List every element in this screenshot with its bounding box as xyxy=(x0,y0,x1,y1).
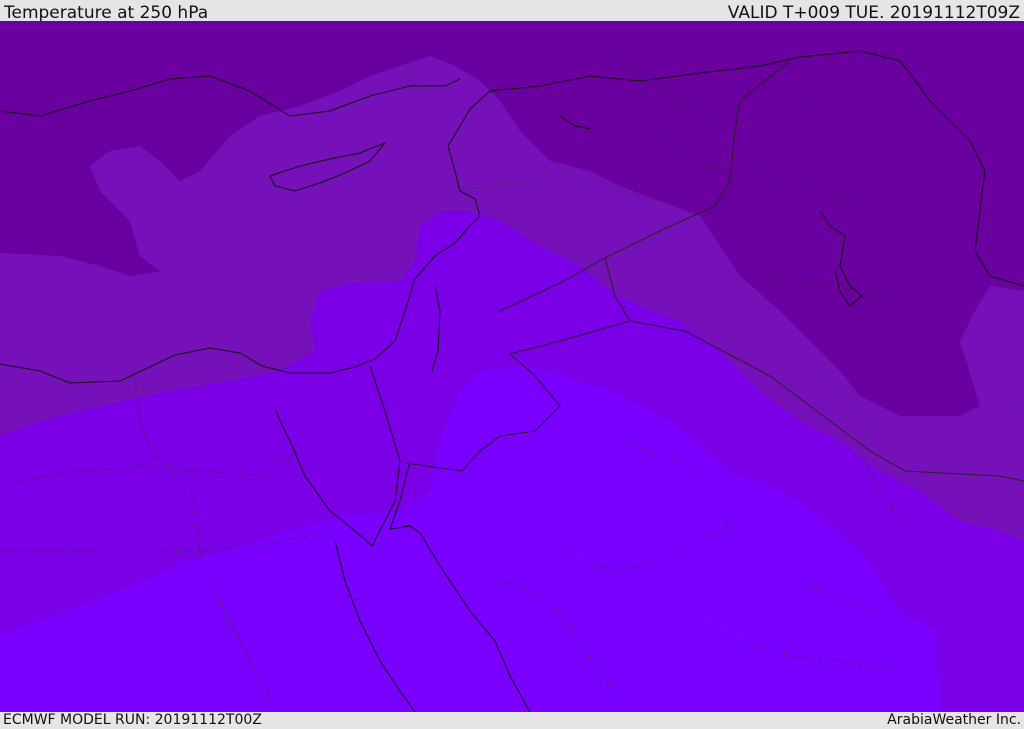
credit-label: ArabiaWeather Inc. xyxy=(887,712,1021,728)
footer-bar: ECMWF MODEL RUN: 20191112T00Z ArabiaWeat… xyxy=(0,712,1024,729)
valid-time: VALID T+009 TUE. 20191112T09Z xyxy=(727,3,1020,23)
header-bar: Temperature at 250 hPa VALID T+009 TUE. … xyxy=(0,0,1024,23)
model-run-label: ECMWF MODEL RUN: 20191112T00Z xyxy=(3,712,262,728)
weather-map[interactable] xyxy=(0,21,1024,712)
map-title: Temperature at 250 hPa xyxy=(4,3,209,23)
